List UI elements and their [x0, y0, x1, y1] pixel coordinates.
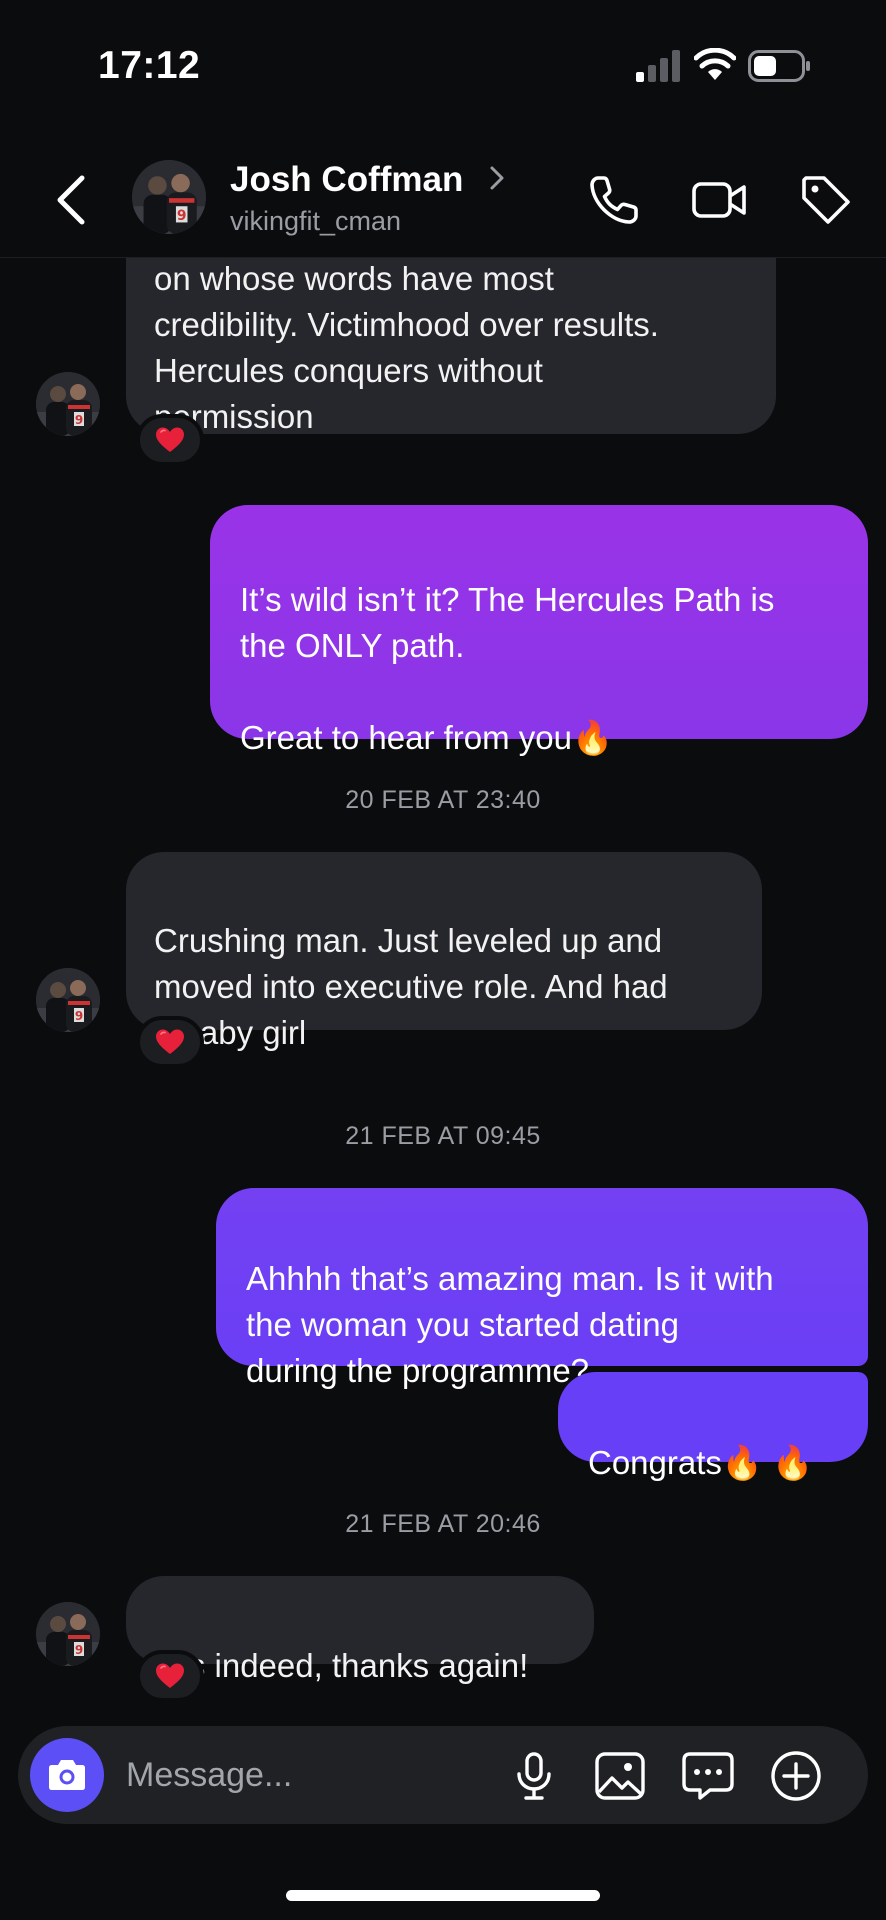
message-text: on whose words have most credibility. Vi…: [154, 260, 659, 435]
timestamp: 20 FEB AT 23:40: [345, 786, 541, 814]
back-icon: [57, 175, 85, 225]
camera-button[interactable]: [30, 1738, 104, 1812]
status-bar: 17:12: [0, 0, 886, 130]
heart-reaction[interactable]: [136, 414, 204, 466]
back-button[interactable]: [48, 172, 96, 228]
contact-name[interactable]: Josh Coffman: [230, 160, 463, 200]
heart-icon: [155, 426, 185, 454]
tag-icon: [802, 176, 850, 224]
message-text: It is indeed, thanks again!: [154, 1647, 529, 1684]
chevron-right-icon[interactable]: [486, 160, 508, 196]
image-icon[interactable]: [592, 1748, 648, 1804]
contact-handle: vikingfit_cman: [230, 206, 402, 236]
message-text: Ahhhh that’s amazing man. Is it with the…: [246, 1260, 774, 1389]
phone-icon: [590, 176, 638, 224]
outgoing-message[interactable]: Ahhhh that’s amazing man. Is it with the…: [216, 1188, 868, 1389]
message-text: Congrats🔥 🔥: [588, 1444, 814, 1481]
tag-button[interactable]: [796, 170, 856, 230]
incoming-message[interactable]: Crushing man. Just leveled up and moved …: [126, 852, 762, 1051]
header-avatar[interactable]: [132, 160, 206, 234]
home-indicator[interactable]: [286, 1890, 600, 1901]
video-call-button[interactable]: [690, 170, 750, 230]
camera-icon: [49, 1760, 85, 1790]
timestamp: 21 FEB AT 09:45: [345, 1122, 541, 1150]
outgoing-message[interactable]: It’s wild isn’t it? The Hercules Path is…: [210, 505, 868, 756]
message-thread[interactable]: on whose words have most credibility. Vi…: [0, 0, 886, 1720]
chat-header: Josh Coffman vikingfit_cman: [0, 130, 886, 258]
incoming-message[interactable]: It is indeed, thanks again!: [126, 1576, 594, 1684]
signal-icon: [636, 50, 680, 82]
heart-icon: [155, 1028, 185, 1056]
message-text: It’s wild isn’t it? The Hercules Path is…: [240, 581, 775, 756]
heart-icon: [155, 1662, 185, 1690]
heart-reaction[interactable]: [136, 1650, 204, 1702]
heart-reaction[interactable]: [136, 1016, 204, 1068]
contact-avatar[interactable]: [36, 1602, 100, 1666]
voice-call-button[interactable]: [584, 170, 644, 230]
outgoing-message[interactable]: Congrats🔥 🔥: [558, 1372, 868, 1481]
microphone-icon[interactable]: [506, 1748, 562, 1804]
status-time: 17:12: [98, 44, 201, 87]
wifi-icon: [694, 48, 736, 80]
video-camera-icon: [692, 182, 746, 218]
timestamp: 21 FEB AT 20:46: [345, 1510, 541, 1538]
message-composer: [18, 1726, 868, 1824]
message-text: Crushing man. Just leveled up and moved …: [154, 922, 668, 1051]
battery-icon: [748, 50, 810, 82]
contact-avatar[interactable]: [36, 968, 100, 1032]
message-input[interactable]: [126, 1740, 486, 1810]
sticker-chat-icon[interactable]: [680, 1748, 736, 1804]
plus-icon[interactable]: [768, 1748, 824, 1804]
contact-avatar[interactable]: [36, 372, 100, 436]
